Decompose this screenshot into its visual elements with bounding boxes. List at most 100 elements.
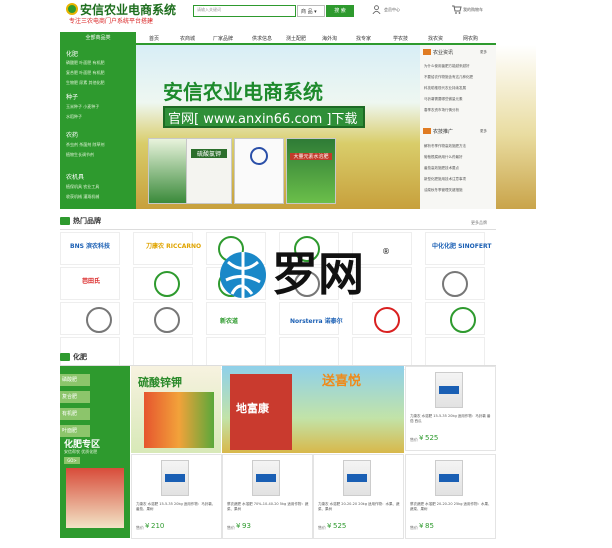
fertilizer-tab[interactable]: 复合肥 bbox=[60, 391, 90, 403]
brand-logo[interactable]: 中化化肥 SINOFERT bbox=[432, 241, 491, 250]
nav-item-tech[interactable]: 学农技 bbox=[393, 35, 408, 42]
sidebar-row[interactable]: 磷酸肥 叶面肥 有机肥 bbox=[66, 60, 105, 66]
product-title[interactable]: 力康农 水溶肥 15-5-35 20kg 适用作物：马铃薯、番茄、果树 bbox=[136, 502, 218, 512]
currency-symbol: ¥ bbox=[327, 522, 332, 530]
news-title: 农业资讯 bbox=[433, 50, 454, 56]
product-price: 85 bbox=[425, 522, 434, 530]
sidebar-row[interactable]: 收获机械 灌溉机械 bbox=[66, 194, 99, 200]
search-type-select[interactable]: 商 品 ▾ bbox=[297, 5, 325, 17]
news-icon bbox=[423, 49, 431, 55]
brands-more-link[interactable]: 更多品牌 bbox=[471, 220, 487, 226]
all-categories-header[interactable]: 全部商品类 bbox=[60, 32, 136, 45]
brand-logo-icon bbox=[374, 307, 400, 333]
currency-symbol: ¥ bbox=[419, 434, 424, 442]
promo-item[interactable]: 解析冬季作物高效施肥方法 bbox=[424, 144, 466, 149]
fertilizer-tab[interactable]: 叶面肥 bbox=[60, 425, 90, 437]
nav-item-mall[interactable]: 农商城 bbox=[180, 35, 195, 42]
bag-label: 大量元素水溶肥 bbox=[290, 153, 332, 160]
currency-symbol: ¥ bbox=[419, 522, 424, 530]
site-subtitle: 专注三农电商门户系统平台搭建 bbox=[69, 18, 154, 25]
nav-item-soil[interactable]: 测土配肥 bbox=[286, 35, 306, 42]
brand-logo[interactable]: Norsterra 诺泰尔 bbox=[290, 316, 343, 325]
bag-label: 硫酸氯钾 bbox=[191, 149, 227, 158]
user-icon[interactable] bbox=[372, 5, 381, 14]
ad-bag-label: 地富康 bbox=[236, 402, 269, 415]
product-price: 93 bbox=[242, 522, 251, 530]
nav-item-supply[interactable]: 供求信息 bbox=[252, 35, 272, 42]
nav-item-supplies[interactable]: 找农资 bbox=[428, 35, 443, 42]
promo-item[interactable]: 番茄高效施肥技术要点 bbox=[424, 166, 459, 171]
brand-logo[interactable]: 刀康农 RICCARNO bbox=[146, 241, 201, 250]
news-item[interactable]: 马铃薯需要哪些微量元素 bbox=[424, 97, 463, 102]
product-bag-label bbox=[347, 474, 367, 482]
sidebar-row[interactable]: 复合肥 叶面肥 有机肥 bbox=[66, 70, 105, 76]
promo-icon bbox=[423, 128, 431, 134]
brand-logo[interactable]: 新农道 bbox=[220, 316, 238, 325]
brand-logo-icon bbox=[442, 271, 468, 297]
zone-subtitle: 安信帮农 优质化肥 bbox=[64, 449, 98, 454]
brands-title: 热门品牌 bbox=[73, 217, 101, 225]
news-item[interactable]: 为什么使用菌肥方能越来越好 bbox=[424, 64, 470, 69]
news-item[interactable]: 科技助推现代农业持续发展 bbox=[424, 86, 466, 91]
fertilizer-tab[interactable]: 磷酸肥 bbox=[60, 374, 90, 386]
cart-link[interactable]: 我的购物车 bbox=[463, 7, 483, 13]
sidebar-row[interactable]: 生物肥 尿素 其他化肥 bbox=[66, 80, 105, 86]
brand-logo-icon bbox=[86, 307, 112, 333]
sidebar-row[interactable]: 水稻种子 bbox=[66, 114, 82, 120]
fertilizer-tab[interactable]: 有机肥 bbox=[60, 408, 90, 420]
product-price: 210 bbox=[151, 522, 165, 530]
product-price: 525 bbox=[333, 522, 347, 530]
ad-slogan: 送喜悦 bbox=[322, 374, 362, 389]
currency-symbol: ¥ bbox=[145, 522, 150, 530]
member-center-link[interactable]: 会员中心 bbox=[384, 7, 400, 13]
product-title[interactable]: 力康农 水溶肥 15-5-35 20kg 适用作物：马铃薯 番茄 西瓜 bbox=[410, 414, 492, 424]
nav-item-overseas[interactable]: 海外淘 bbox=[322, 35, 337, 42]
ad-product-pile bbox=[144, 392, 214, 448]
zone-product-image bbox=[66, 468, 124, 528]
product-title[interactable]: 蔡农蔬肥 水溶肥 70%-10-40-20 5kg 适用作物：蔬菜、果树 bbox=[227, 502, 309, 512]
brand-logo-icon bbox=[154, 271, 180, 297]
price-label: 售价 bbox=[410, 437, 418, 442]
promo-item[interactable]: 新型化肥施用技术注意事项 bbox=[424, 177, 466, 182]
news-more-link[interactable]: 更多 bbox=[480, 50, 487, 55]
fertilizer-section-icon bbox=[60, 353, 70, 361]
sidebar-row[interactable]: 植物生长调节剂 bbox=[66, 152, 94, 158]
promo-item[interactable]: 油菜秋冬季管理关键措施 bbox=[424, 188, 463, 193]
product-price: 525 bbox=[425, 434, 439, 442]
nav-item-online[interactable]: 网农购 bbox=[463, 35, 478, 42]
product-bag-image: 大量元素水溶肥 bbox=[286, 138, 336, 204]
product-bag-image: 硫酸氯钾 bbox=[186, 138, 232, 204]
nav-item-home[interactable]: 首页 bbox=[149, 35, 159, 42]
sidebar-group-machinery[interactable]: 农机具 bbox=[66, 172, 84, 181]
sidebar-row[interactable]: 玉米种子 小麦种子 bbox=[66, 104, 99, 110]
brand-logo[interactable]: 芭田氏 bbox=[82, 276, 100, 285]
nav-item-brands[interactable]: 厂家品牌 bbox=[213, 35, 233, 42]
brand-logo[interactable]: BNS 滨农科技 bbox=[70, 241, 110, 250]
search-button[interactable]: 搜 索 bbox=[326, 5, 354, 17]
watermark-text: 罗网 bbox=[272, 247, 364, 301]
product-title[interactable]: 蔡农蔬肥 水溶肥 20-20-20 25kg 适用作物：水果、蔬菜、果树 bbox=[410, 502, 492, 512]
price-label: 售价 bbox=[136, 525, 144, 530]
registered-mark: ® bbox=[382, 247, 390, 256]
banner-title: 安信农业电商系统 bbox=[163, 80, 323, 104]
promo-more-link[interactable]: 更多 bbox=[480, 129, 487, 134]
sidebar-group-fertilizer[interactable]: 化肥 bbox=[66, 49, 78, 58]
nav-item-experts[interactable]: 找专家 bbox=[356, 35, 371, 42]
sidebar-group-pesticide[interactable]: 农药 bbox=[66, 130, 78, 139]
sidebar-row[interactable]: 植保机具 农业工具 bbox=[66, 184, 99, 190]
news-panel bbox=[420, 45, 496, 209]
currency-symbol: ¥ bbox=[236, 522, 241, 530]
promo-item[interactable]: 葡萄根腐病用什么药最好 bbox=[424, 155, 463, 160]
banner-side-image bbox=[496, 45, 536, 209]
news-item[interactable]: 不要给农作物施含有这几种化肥 bbox=[424, 75, 473, 80]
news-item[interactable]: 春季农资市场行情分析 bbox=[424, 108, 459, 113]
sidebar-row[interactable]: 杀虫剂 杀菌剂 除草剂 bbox=[66, 142, 105, 148]
zone-go-button[interactable]: GO> bbox=[64, 457, 80, 464]
fertilizer-title: 化肥 bbox=[73, 353, 87, 361]
cart-icon[interactable] bbox=[452, 5, 462, 14]
product-bag-image bbox=[234, 138, 284, 204]
product-bag-label bbox=[165, 474, 185, 482]
product-title[interactable]: 力康农 水溶肥 20-20-20 20kg 适用作物：水果、蔬菜、果树 bbox=[318, 502, 400, 512]
logo-icon[interactable] bbox=[66, 3, 78, 15]
sidebar-group-seeds[interactable]: 种子 bbox=[66, 92, 78, 101]
